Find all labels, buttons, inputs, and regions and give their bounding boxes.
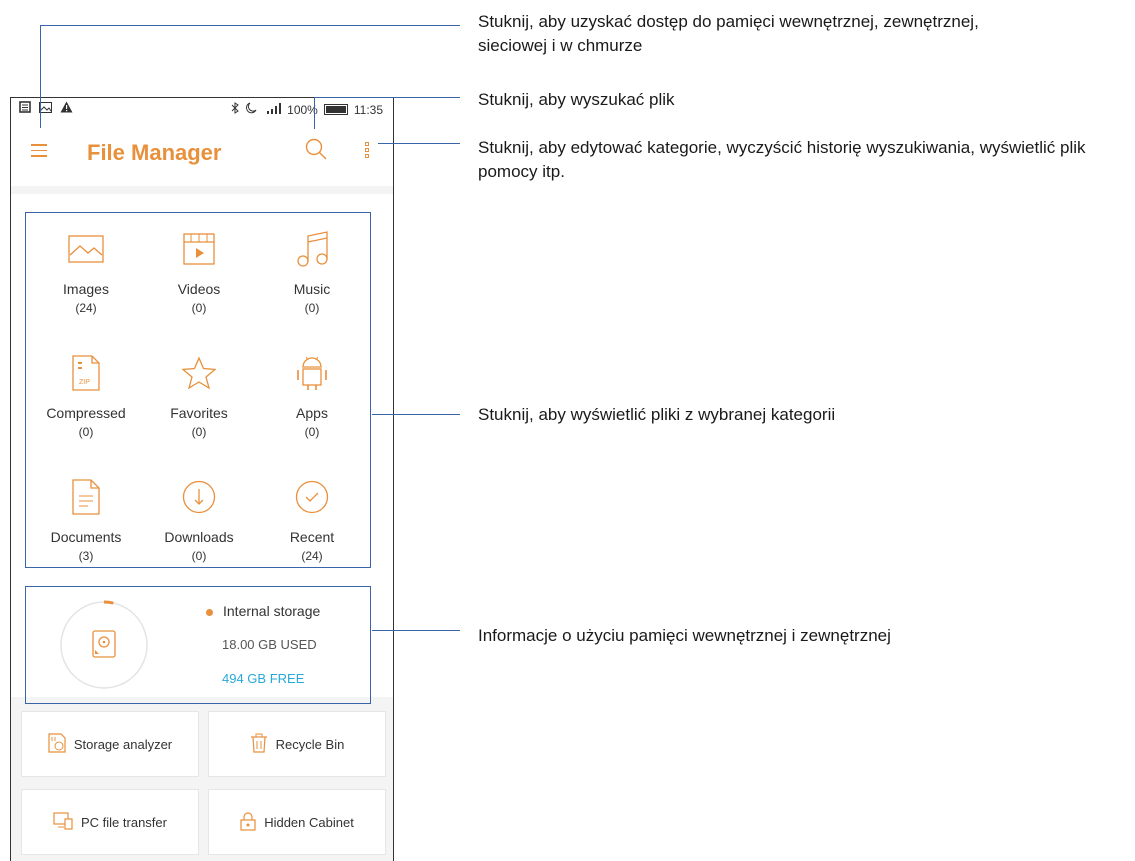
category-count: (3) bbox=[78, 549, 94, 563]
hidden-cabinet-button[interactable]: Hidden Cabinet bbox=[208, 789, 386, 855]
recycle-bin-icon bbox=[250, 733, 268, 756]
svg-text:ZIP: ZIP bbox=[79, 379, 90, 386]
category-images[interactable]: Images (24) bbox=[26, 229, 146, 315]
category-label: Downloads bbox=[164, 529, 234, 545]
category-favorites[interactable]: Favorites (0) bbox=[139, 353, 259, 439]
signal-icon bbox=[267, 102, 282, 117]
tool-label: Storage analyzer bbox=[73, 736, 173, 752]
category-count: (0) bbox=[304, 425, 320, 439]
category-count: (0) bbox=[78, 425, 94, 439]
pc-transfer-icon bbox=[53, 811, 73, 833]
callout-line-search-v bbox=[314, 97, 315, 129]
app-bar: File Manager bbox=[11, 120, 393, 186]
category-label: Music bbox=[293, 281, 331, 297]
storage-drive-icon bbox=[92, 630, 116, 658]
battery-icon bbox=[323, 104, 348, 115]
phone-screen: 100% 11:35 File Manager Images (24) Vide… bbox=[10, 97, 394, 861]
check-circle-icon bbox=[252, 477, 372, 517]
lock-icon bbox=[240, 811, 256, 834]
category-label: Videos bbox=[177, 281, 221, 297]
storage-name: Internal storage bbox=[206, 603, 320, 619]
tool-label: Recycle Bin bbox=[275, 736, 345, 752]
category-music[interactable]: Music (0) bbox=[252, 229, 372, 315]
bluetooth-icon bbox=[231, 102, 239, 117]
menu-icon[interactable] bbox=[31, 140, 47, 161]
do-not-disturb-icon bbox=[245, 102, 261, 117]
category-recent[interactable]: Recent (24) bbox=[252, 477, 372, 563]
app-title: File Manager bbox=[87, 140, 222, 165]
callout-menu: Stuknij, aby uzyskać dostęp do pamięci w… bbox=[478, 12, 979, 55]
category-count: (0) bbox=[191, 301, 207, 315]
document-icon bbox=[26, 477, 146, 517]
category-label: Documents bbox=[50, 529, 122, 545]
category-documents[interactable]: Documents (3) bbox=[26, 477, 146, 563]
storage-free: 494 GB FREE bbox=[222, 671, 305, 686]
callout-storage: Informacje o użyciu pamięci wewnętrznej … bbox=[478, 626, 891, 645]
category-label: Apps bbox=[296, 405, 328, 421]
recycle-bin-button[interactable]: Recycle Bin bbox=[208, 711, 386, 777]
callout-line-search-h bbox=[314, 97, 460, 98]
storage-usage-ring bbox=[59, 600, 149, 690]
tool-label: PC file transfer bbox=[81, 814, 167, 830]
music-icon bbox=[252, 229, 372, 269]
callout-search: Stuknij, aby wyszukać plik bbox=[478, 90, 675, 109]
category-compressed[interactable]: ZIP Compressed (0) bbox=[26, 353, 146, 439]
video-icon bbox=[139, 229, 259, 269]
notification-icon bbox=[19, 101, 31, 116]
callout-line-menu-h bbox=[40, 25, 460, 26]
callout-line-categories bbox=[372, 414, 460, 415]
storage-analyzer-button[interactable]: Storage analyzer bbox=[21, 711, 199, 777]
category-apps[interactable]: Apps (0) bbox=[252, 353, 372, 439]
callout-line-storage bbox=[372, 630, 460, 631]
star-icon bbox=[139, 353, 259, 393]
storage-analyzer-icon bbox=[48, 732, 66, 756]
category-count: (0) bbox=[191, 549, 207, 563]
category-count: (24) bbox=[75, 301, 97, 315]
category-count: (0) bbox=[191, 425, 207, 439]
search-icon[interactable] bbox=[305, 138, 327, 165]
tool-label: Hidden Cabinet bbox=[264, 814, 354, 830]
callout-line-more bbox=[378, 143, 460, 144]
clock: 11:35 bbox=[353, 102, 383, 117]
category-count: (24) bbox=[301, 549, 323, 563]
android-icon bbox=[252, 353, 372, 393]
category-label: Compressed bbox=[46, 405, 126, 421]
storage-panel: Internal storage 18.00 GB USED 494 GB FR… bbox=[11, 577, 393, 704]
category-videos[interactable]: Videos (0) bbox=[139, 229, 259, 315]
image-icon bbox=[26, 229, 146, 269]
more-options-icon[interactable] bbox=[365, 142, 371, 160]
categories-highlight-box: Images (24) Videos (0) Music (0) ZIP Com… bbox=[25, 212, 371, 568]
category-downloads[interactable]: Downloads (0) bbox=[139, 477, 259, 563]
callout-more: Stuknij, aby edytować kategorie, wyczyśc… bbox=[478, 138, 1086, 181]
categories-panel: Images (24) Videos (0) Music (0) ZIP Com… bbox=[11, 194, 393, 577]
status-bar: 100% 11:35 bbox=[11, 98, 393, 120]
category-count: (0) bbox=[304, 301, 320, 315]
storage-used: 18.00 GB USED bbox=[222, 637, 317, 652]
pc-file-transfer-button[interactable]: PC file transfer bbox=[21, 789, 199, 855]
internal-storage-card[interactable]: Internal storage 18.00 GB USED 494 GB FR… bbox=[25, 586, 371, 704]
download-icon bbox=[139, 477, 259, 517]
zip-file-icon: ZIP bbox=[26, 353, 146, 393]
callout-categories: Stuknij, aby wyświetlić pliki z wybranej… bbox=[478, 405, 836, 424]
callout-line-menu-v bbox=[40, 25, 41, 128]
category-label: Favorites bbox=[170, 405, 228, 421]
warning-icon bbox=[60, 101, 73, 116]
category-label: Recent bbox=[289, 529, 335, 545]
category-label: Images bbox=[63, 281, 109, 297]
